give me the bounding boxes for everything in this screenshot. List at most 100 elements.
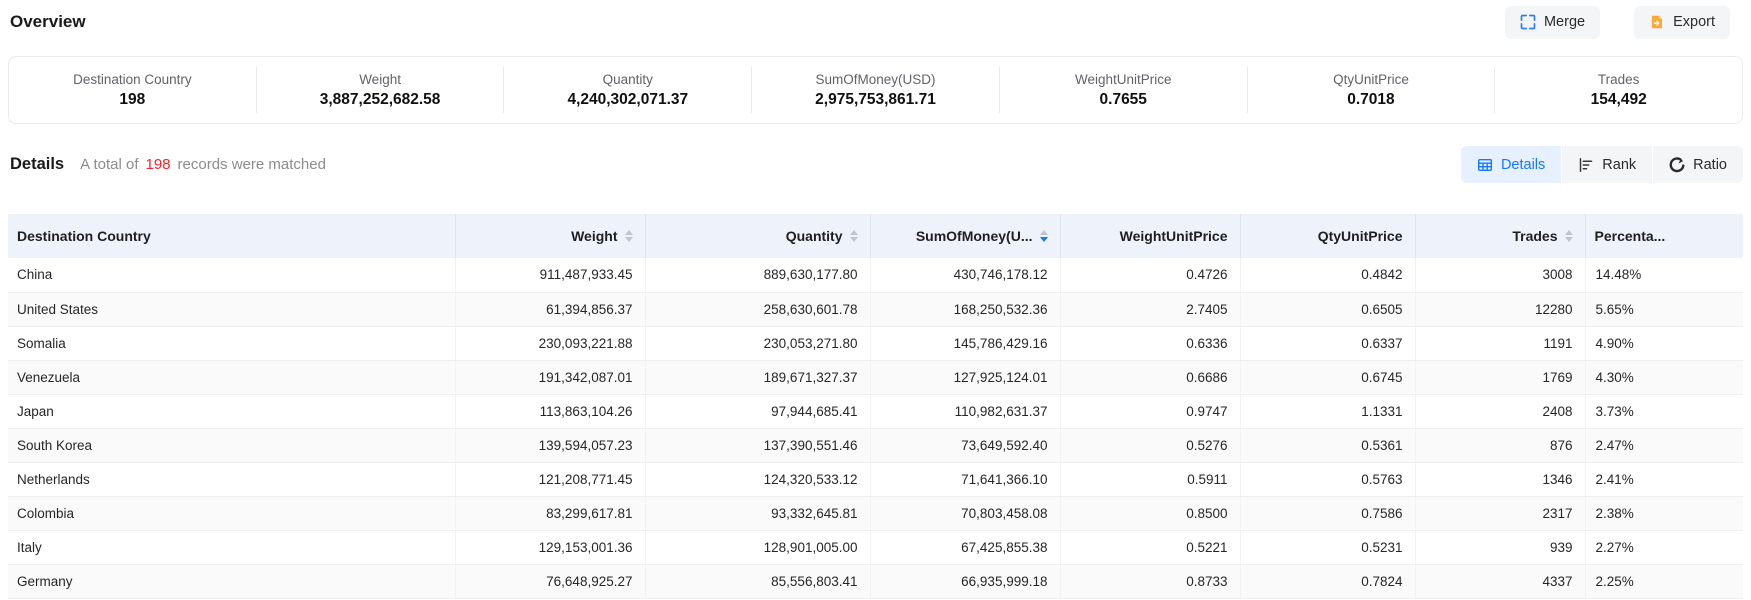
page-title: Overview [10, 12, 86, 32]
column-label: Weight [571, 228, 617, 244]
table-grid-icon [1477, 157, 1493, 173]
overview-stats-card: Destination Country 198 Weight 3,887,252,68… [8, 56, 1743, 124]
stat-label: Destination Country [73, 73, 192, 87]
cell-qtyunitprice: 1.1331 [1240, 394, 1415, 428]
details-bar: Details A total of 198 records were matc… [8, 146, 1743, 183]
stat-label: Weight [359, 73, 401, 87]
cell-qtyunitprice: 0.5763 [1240, 462, 1415, 496]
table-header: Destination Country Weight Quantity SumOfMo… [8, 214, 1743, 258]
stat-value: 154,492 [1591, 92, 1647, 108]
table-row[interactable]: Japan113,863,104.2697,944,685.41110,982,… [8, 394, 1743, 428]
stat-value: 198 [119, 92, 145, 108]
cell-trades: 4337 [1415, 564, 1585, 598]
cell-weight: 129,153,001.36 [455, 530, 645, 564]
export-button[interactable]: Export [1634, 6, 1730, 39]
cell-sumofmoney-u: 127,925,124.01 [870, 360, 1060, 394]
table-row[interactable]: Venezuela191,342,087.01189,671,327.37127… [8, 360, 1743, 394]
column-header-quantity[interactable]: Quantity [645, 214, 870, 258]
match-prefix: A total of [80, 156, 138, 173]
cell-quantity: 889,630,177.80 [645, 258, 870, 292]
cell-percenta: 2.41% [1585, 462, 1743, 496]
column-header-destination-country: Destination Country [8, 214, 455, 258]
stat-weightunitprice: WeightUnitPrice0.7655 [1000, 67, 1248, 113]
cell-quantity: 93,332,645.81 [645, 496, 870, 530]
stat-weight: Weight 3,887,252,682.58 [257, 67, 505, 113]
table-row[interactable]: United States61,394,856.37258,630,601.78… [8, 292, 1743, 326]
cell-weightunitprice: 0.6686 [1060, 360, 1240, 394]
cell-weightunitprice: 2.7405 [1060, 292, 1240, 326]
column-header-qtyunitprice: QtyUnitPrice [1240, 214, 1415, 258]
column-label: Percenta... [1595, 228, 1666, 244]
cell-sumofmoney-u: 67,425,855.38 [870, 530, 1060, 564]
details-table: Destination Country Weight Quantity SumOfMo… [8, 214, 1743, 599]
view-switch: Details Rank [1461, 146, 1743, 183]
merge-button[interactable]: Merge [1505, 6, 1600, 39]
cell-qtyunitprice: 0.4842 [1240, 258, 1415, 292]
cell-percenta: 2.47% [1585, 428, 1743, 462]
cell-sumofmoney-u: 145,786,429.16 [870, 326, 1060, 360]
cell-quantity: 189,671,327.37 [645, 360, 870, 394]
cell-quantity: 230,053,271.80 [645, 326, 870, 360]
column-header-sumofmoney-u[interactable]: SumOfMoney(U... [870, 214, 1060, 258]
cell-trades: 2317 [1415, 496, 1585, 530]
cell-quantity: 97,944,685.41 [645, 394, 870, 428]
stat-label: Quantity [603, 73, 653, 87]
table-row[interactable]: Colombia83,299,617.8193,332,645.8170,803… [8, 496, 1743, 530]
cell-percenta: 2.27% [1585, 530, 1743, 564]
cell-percenta: 2.25% [1585, 564, 1743, 598]
cell-destination-country: China [8, 258, 455, 292]
tab-ratio[interactable]: Ratio [1652, 146, 1743, 183]
cell-trades: 876 [1415, 428, 1585, 462]
table-row[interactable]: China911,487,933.45889,630,177.80430,746… [8, 258, 1743, 292]
tab-ratio-label: Ratio [1693, 157, 1727, 173]
cell-sumofmoney-u: 430,746,178.12 [870, 258, 1060, 292]
cell-weight: 139,594,057.23 [455, 428, 645, 462]
cell-weight: 911,487,933.45 [455, 258, 645, 292]
cell-qtyunitprice: 0.6337 [1240, 326, 1415, 360]
sort-icon [1040, 230, 1048, 242]
cell-trades: 3008 [1415, 258, 1585, 292]
match-suffix: records were matched [178, 156, 326, 173]
stat-label: Trades [1598, 73, 1640, 87]
cell-destination-country: Somalia [8, 326, 455, 360]
column-label: Trades [1512, 228, 1557, 244]
column-header-weight[interactable]: Weight [455, 214, 645, 258]
column-label: SumOfMoney(U... [916, 228, 1033, 244]
page: Overview Merge [0, 0, 1751, 599]
table-row[interactable]: Somalia230,093,221.88230,053,271.80145,7… [8, 326, 1743, 360]
tab-rank[interactable]: Rank [1561, 146, 1652, 183]
column-header-weightunitprice: WeightUnitPrice [1060, 214, 1240, 258]
table-row[interactable]: South Korea139,594,057.23137,390,551.467… [8, 428, 1743, 462]
cell-qtyunitprice: 0.5361 [1240, 428, 1415, 462]
sort-icon [625, 230, 633, 242]
cell-weight: 121,208,771.45 [455, 462, 645, 496]
stat-label: SumOfMoney(USD) [816, 73, 936, 87]
table-row[interactable]: Italy129,153,001.36128,901,005.0067,425,… [8, 530, 1743, 564]
stat-value: 3,887,252,682.58 [320, 92, 441, 108]
cell-weightunitprice: 0.5221 [1060, 530, 1240, 564]
cell-weight: 230,093,221.88 [455, 326, 645, 360]
tab-details-label: Details [1501, 157, 1545, 173]
stat-qtyunitprice: QtyUnitPrice0.7018 [1248, 67, 1496, 113]
cell-qtyunitprice: 0.7824 [1240, 564, 1415, 598]
cell-destination-country: Venezuela [8, 360, 455, 394]
column-label: QtyUnitPrice [1318, 228, 1403, 244]
cell-trades: 1769 [1415, 360, 1585, 394]
topbar: Overview Merge [0, 0, 1751, 44]
column-header-trades[interactable]: Trades [1415, 214, 1585, 258]
tab-rank-label: Rank [1602, 157, 1636, 173]
table-row[interactable]: Netherlands121,208,771.45124,320,533.127… [8, 462, 1743, 496]
cell-percenta: 5.65% [1585, 292, 1743, 326]
cell-percenta: 3.73% [1585, 394, 1743, 428]
tab-details[interactable]: Details [1461, 146, 1561, 183]
cell-weight: 83,299,617.81 [455, 496, 645, 530]
export-icon [1649, 14, 1665, 30]
cell-trades: 1191 [1415, 326, 1585, 360]
merge-icon [1520, 14, 1536, 30]
stat-sumofmoney-usd: SumOfMoney(USD)2,975,753,861.71 [752, 67, 1000, 113]
table-row[interactable]: Germany76,648,925.2785,556,803.4166,935,… [8, 564, 1743, 598]
cell-sumofmoney-u: 70,803,458.08 [870, 496, 1060, 530]
cell-qtyunitprice: 0.6505 [1240, 292, 1415, 326]
cell-qtyunitprice: 0.6745 [1240, 360, 1415, 394]
cell-sumofmoney-u: 168,250,532.36 [870, 292, 1060, 326]
